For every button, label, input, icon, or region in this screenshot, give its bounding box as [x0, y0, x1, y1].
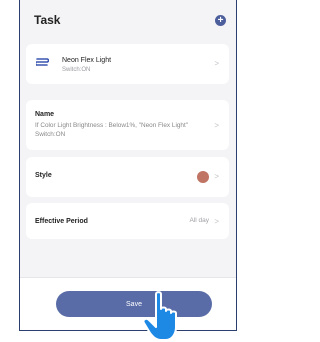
effective-period-row[interactable]: Effective Period All day > [26, 203, 229, 239]
page-title: Task [34, 13, 61, 27]
chevron-right-icon: > [214, 59, 219, 68]
chevron-right-icon: > [214, 217, 219, 226]
plus-circle-icon[interactable]: + [215, 14, 226, 26]
chevron-right-icon: > [214, 121, 219, 130]
save-button[interactable]: Save [56, 291, 212, 317]
color-swatch[interactable] [197, 171, 209, 183]
style-label: Style [35, 172, 52, 179]
name-label: Name [35, 111, 55, 118]
task-screen: Task + Neon Flex Light Switch:ON > Name … [19, 0, 237, 331]
device-status: Switch:ON [62, 67, 91, 73]
header: Task + [20, 0, 236, 40]
device-name: Neon Flex Light [62, 57, 112, 64]
device-row[interactable]: Neon Flex Light Switch:ON > [26, 44, 229, 84]
chevron-right-icon: > [214, 172, 219, 181]
neon-flex-device-icon [36, 58, 49, 66]
name-row[interactable]: Name If Color Light Brightness : Below1%… [26, 100, 229, 150]
name-value: If Color Light Brightness : Below1%, "Ne… [35, 122, 189, 138]
effective-period-label: Effective Period [35, 218, 88, 225]
footer: Save [20, 277, 236, 330]
effective-period-value: All day [189, 217, 209, 224]
pointing-hand-icon [142, 291, 177, 341]
style-row[interactable]: Style > [26, 157, 229, 197]
